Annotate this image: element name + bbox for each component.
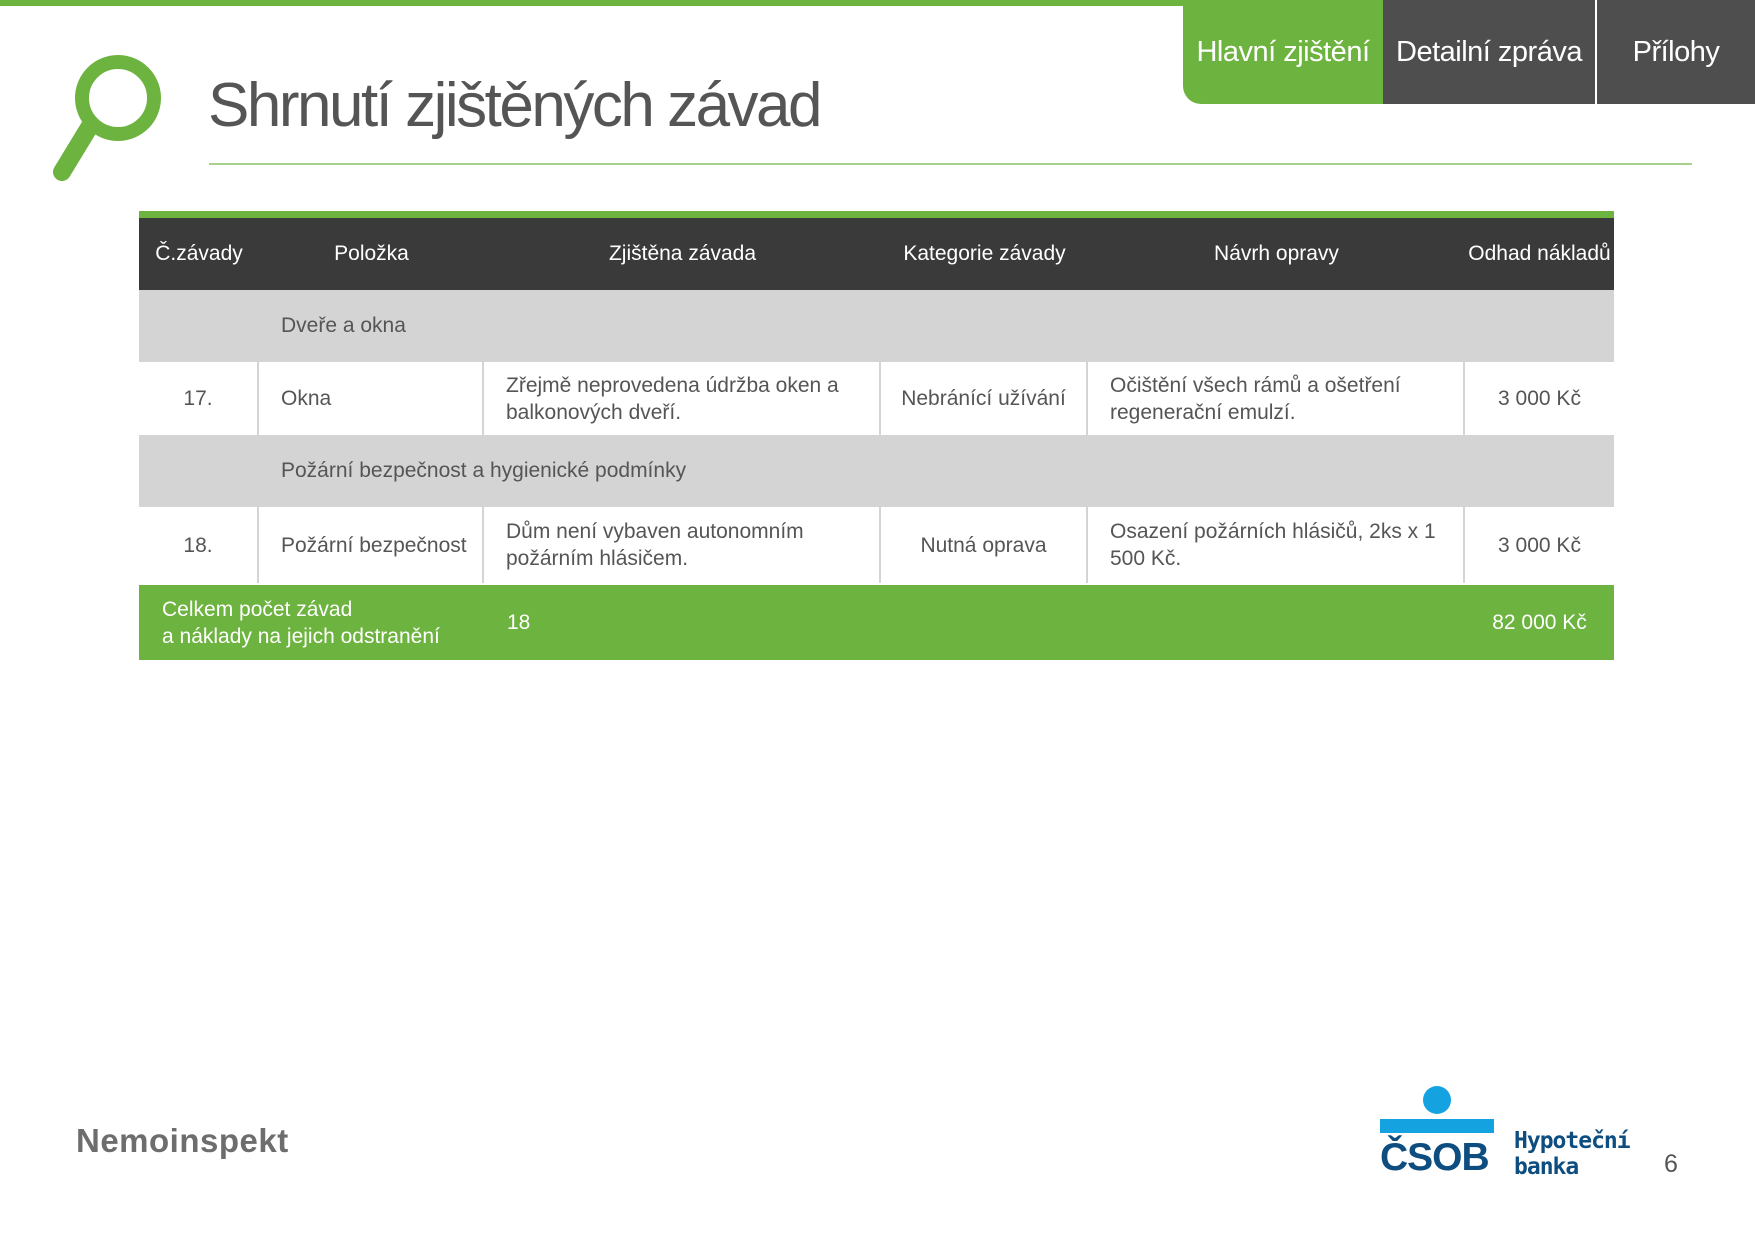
table-accent-bar [139,211,1614,218]
defect-description: Zřejmě neprovedena údržba oken a balkono… [484,362,879,435]
section-label: Požární bezpečnost a hygienické podmínky [281,459,687,482]
tab-detailni-zprava[interactable]: Detailní zpráva [1383,0,1595,104]
company-logo-text: Nemoinspekt [76,1122,289,1159]
table-row: 18. Požární bezpečnost Dům není vybaven … [139,507,1614,583]
total-label-line1: Celkem počet závad [162,597,353,621]
top-accent-line [0,0,1190,6]
defect-description: Dům není vybaven autonomním požárním hlá… [484,507,879,583]
csob-wordmark: ČSOB [1380,1136,1490,1179]
section-tabs: Hlavní zjištění Detailní zpráva Přílohy [1183,0,1755,104]
defect-id: 17. [139,362,257,435]
header-cell: Č.závady [155,242,243,265]
header-cell: Položka [334,242,409,265]
tab-hlavni-zjisteni[interactable]: Hlavní zjištění [1183,0,1383,104]
total-label: Celkem počet závad a náklady na jejich o… [139,596,484,650]
table-header: Č.závady Položka Zjištěna závada Kategor… [139,218,1614,290]
defect-cost: 3 000 Kč [1465,362,1614,435]
magnifier-icon [53,55,161,181]
tab-prilohy[interactable]: Přílohy [1595,0,1755,104]
total-row: Celkem počet závad a náklady na jejich o… [139,585,1614,660]
section-label: Dveře a okna [281,314,406,337]
defect-category: Nebránící užívání [881,362,1086,435]
page-number: 6 [1664,1150,1678,1178]
table-row: 17. Okna Zřejmě neprovedena údržba oken … [139,362,1614,435]
defect-repair: Osazení požárních hlásičů, 2ks x 1 500 K… [1088,507,1463,583]
total-cost: 82 000 Kč [1492,610,1587,634]
defect-item: Požární bezpečnost [259,507,482,583]
defects-table: Č.závady Položka Zjištěna závada Kategor… [139,211,1614,660]
total-count: 18 [507,610,531,634]
section-row: Požární bezpečnost a hygienické podmínky [139,435,1614,507]
title-divider [209,163,1692,165]
defect-repair: Očištění všech rámů a ošetření regenerač… [1088,362,1463,435]
header-cell: Kategorie závady [903,242,1066,265]
header-cell: Odhad nákladů [1468,242,1611,265]
defect-cost: 3 000 Kč [1465,507,1614,583]
header-cell: Zjištěna závada [608,242,757,265]
section-row: Dveře a okna [139,290,1614,362]
nemoinspekt-logo: Nemoinspekt [76,1122,289,1160]
defect-item: Okna [259,362,482,435]
partner-sub-line1: Hypoteční [1514,1128,1631,1154]
header-cell: Návrh opravy [1214,242,1339,265]
partner-sub-line2: banka [1514,1154,1579,1180]
defect-id: 18. [139,507,257,583]
hypotecni-banka-text: Hypoteční banka [1514,1128,1631,1180]
total-label-line2: a náklady na jejich odstranění [162,624,440,648]
defect-category: Nutná oprava [881,507,1086,583]
page-title: Shrnutí zjištěných závad [208,71,823,140]
